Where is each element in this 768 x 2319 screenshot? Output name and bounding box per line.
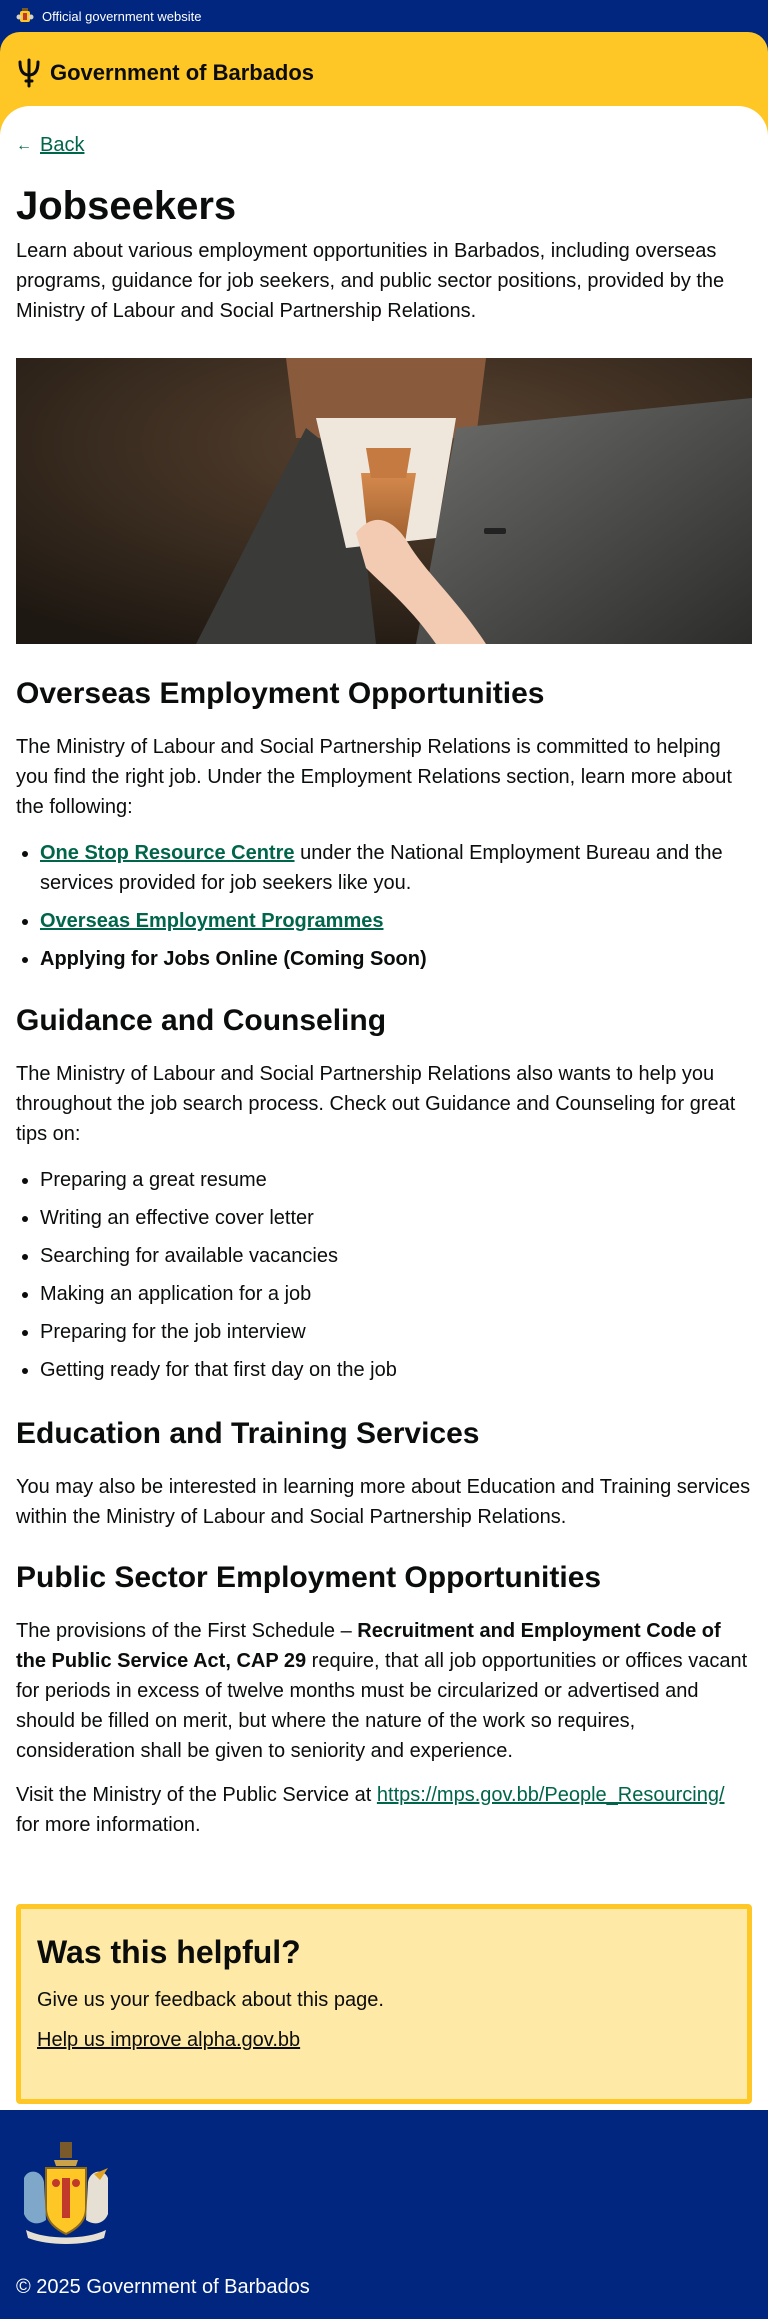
- section-guidance: Guidance and Counseling The Ministry of …: [16, 1001, 752, 1393]
- list-item: Preparing for the job interview: [40, 1317, 752, 1347]
- feedback-link[interactable]: Help us improve alpha.gov.bb: [37, 2029, 300, 2051]
- mps-link[interactable]: https://mps.gov.bb/People_Resourcing/: [377, 1784, 725, 1806]
- text-span: for more information.: [16, 1814, 201, 1836]
- site-footer: © 2025 Government of Barbados: [0, 2110, 768, 2319]
- official-banner-text: Official government website: [42, 8, 202, 24]
- section-overseas: Overseas Employment Opportunities The Mi…: [16, 674, 752, 982]
- site-home-link[interactable]: Government of Barbados: [50, 58, 314, 88]
- feedback-panel: Was this helpful? Give us your feedback …: [16, 1904, 752, 2104]
- text-span: Visit the Ministry of the Public Service…: [16, 1784, 377, 1806]
- list-item: Making an application for a job: [40, 1279, 752, 1309]
- coat-of-arms-icon: [16, 8, 34, 22]
- list-item: Applying for Jobs Online (Coming Soon): [40, 944, 752, 974]
- section-heading: Overseas Employment Opportunities: [16, 677, 545, 710]
- section-paragraph: The Ministry of Labour and Social Partne…: [16, 1063, 736, 1145]
- main-content: ← Back Jobseekers Learn about various em…: [0, 106, 768, 2110]
- overseas-programmes-link[interactable]: Overseas Employment Programmes: [40, 910, 384, 932]
- list-item: Searching for available vacancies: [40, 1241, 752, 1271]
- businessman-photo: [16, 358, 752, 644]
- section-paragraph: Visit the Ministry of the Public Service…: [16, 1780, 752, 1840]
- trident-icon: [18, 58, 40, 88]
- section-paragraph: The provisions of the First Schedule – R…: [16, 1616, 752, 1766]
- guidance-list: Preparing a great resume Writing an effe…: [16, 1165, 752, 1385]
- back-link-container: ← Back: [16, 134, 84, 157]
- section-paragraph: You may also be interested in learning m…: [16, 1476, 751, 1528]
- feedback-text: Give us your feedback about this page.: [37, 1989, 384, 2011]
- section-heading: Guidance and Counseling: [16, 1004, 387, 1037]
- list-item: Overseas Employment Programmes: [40, 906, 752, 936]
- section-heading: Public Sector Employment Opportunities: [16, 1561, 602, 1594]
- list-item: Writing an effective cover letter: [40, 1203, 752, 1233]
- list-item: One Stop Resource Centre under the Natio…: [40, 838, 752, 898]
- feedback-heading: Was this helpful?: [37, 1934, 301, 1970]
- page-title: Jobseekers: [16, 184, 237, 228]
- back-link[interactable]: Back: [40, 134, 84, 157]
- section-public-sector: Public Sector Employment Opportunities T…: [16, 1558, 752, 1840]
- section-heading: Education and Training Services: [16, 1417, 480, 1450]
- list-item-text: Applying for Jobs Online (Coming Soon): [40, 948, 427, 970]
- section-paragraph: The Ministry of Labour and Social Partne…: [16, 736, 732, 818]
- overseas-list: One Stop Resource Centre under the Natio…: [16, 838, 752, 974]
- arrow-left-icon: ←: [16, 136, 32, 154]
- page-intro: Learn about various employment opportuni…: [16, 240, 725, 322]
- coat-of-arms-icon: [24, 2142, 108, 2244]
- hero-image: [16, 358, 752, 644]
- copyright: © 2025 Government of Barbados: [16, 2276, 310, 2298]
- official-banner: Official government website: [0, 0, 768, 32]
- section-education: Education and Training Services You may …: [16, 1414, 752, 1532]
- text-span: The provisions of the First Schedule –: [16, 1620, 358, 1642]
- one-stop-resource-link[interactable]: One Stop Resource Centre: [40, 842, 295, 864]
- list-item: Getting ready for that first day on the …: [40, 1355, 752, 1385]
- list-item: Preparing a great resume: [40, 1165, 752, 1195]
